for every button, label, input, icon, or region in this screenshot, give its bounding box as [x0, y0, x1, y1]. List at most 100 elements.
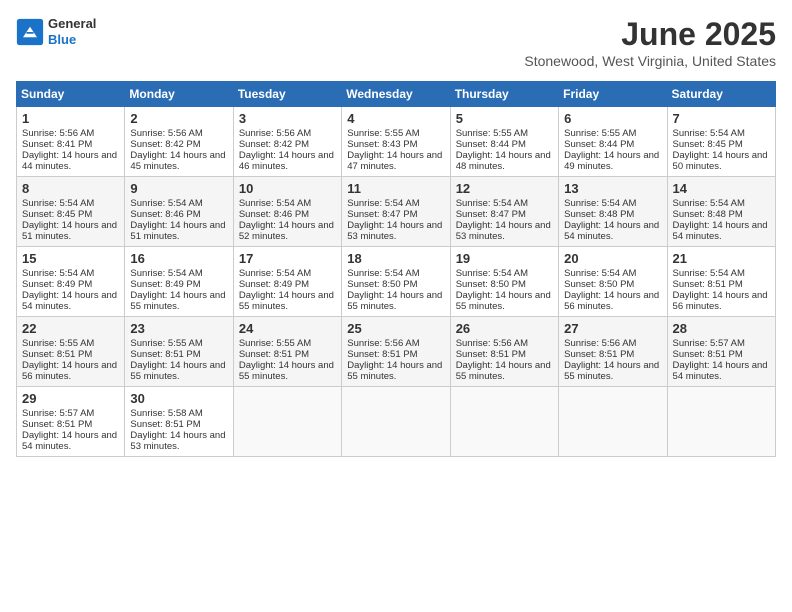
daylight-label: Daylight: 14 hours and 55 minutes. [347, 290, 442, 312]
daylight-label: Daylight: 14 hours and 56 minutes. [22, 360, 117, 382]
calendar-day-cell: 13 Sunrise: 5:54 AM Sunset: 8:48 PM Dayl… [559, 177, 667, 247]
calendar-day-cell: 28 Sunrise: 5:57 AM Sunset: 8:51 PM Dayl… [667, 317, 775, 387]
day-number: 19 [456, 251, 553, 266]
sunset-label: Sunset: 8:45 PM [22, 209, 92, 220]
day-of-week-header: Tuesday [233, 82, 341, 107]
sunrise-label: Sunrise: 5:55 AM [456, 128, 528, 139]
daylight-label: Daylight: 14 hours and 55 minutes. [239, 290, 334, 312]
sunrise-label: Sunrise: 5:55 AM [564, 128, 636, 139]
calendar-day-cell: 24 Sunrise: 5:55 AM Sunset: 8:51 PM Dayl… [233, 317, 341, 387]
calendar-day-cell: 11 Sunrise: 5:54 AM Sunset: 8:47 PM Dayl… [342, 177, 450, 247]
day-number: 4 [347, 111, 444, 126]
day-number: 20 [564, 251, 661, 266]
calendar-day-cell: 12 Sunrise: 5:54 AM Sunset: 8:47 PM Dayl… [450, 177, 558, 247]
sunrise-label: Sunrise: 5:54 AM [22, 268, 94, 279]
sunset-label: Sunset: 8:51 PM [239, 349, 309, 360]
sunrise-label: Sunrise: 5:55 AM [347, 128, 419, 139]
day-number: 13 [564, 181, 661, 196]
daylight-label: Daylight: 14 hours and 54 minutes. [564, 220, 659, 242]
calendar-day-cell: 3 Sunrise: 5:56 AM Sunset: 8:42 PM Dayli… [233, 107, 341, 177]
sunset-label: Sunset: 8:46 PM [130, 209, 200, 220]
logo-text-line2: Blue [48, 32, 96, 48]
calendar-week-row: 15 Sunrise: 5:54 AM Sunset: 8:49 PM Dayl… [17, 247, 776, 317]
sunrise-label: Sunrise: 5:56 AM [239, 128, 311, 139]
calendar-body: 1 Sunrise: 5:56 AM Sunset: 8:41 PM Dayli… [17, 107, 776, 457]
sunrise-label: Sunrise: 5:54 AM [239, 198, 311, 209]
sunrise-label: Sunrise: 5:54 AM [564, 268, 636, 279]
daylight-label: Daylight: 14 hours and 55 minutes. [347, 360, 442, 382]
calendar-subtitle: Stonewood, West Virginia, United States [524, 53, 776, 69]
sunset-label: Sunset: 8:51 PM [673, 279, 743, 290]
sunrise-label: Sunrise: 5:55 AM [22, 338, 94, 349]
sunset-label: Sunset: 8:50 PM [456, 279, 526, 290]
day-of-week-header: Saturday [667, 82, 775, 107]
daylight-label: Daylight: 14 hours and 54 minutes. [22, 430, 117, 452]
daylight-label: Daylight: 14 hours and 56 minutes. [564, 290, 659, 312]
calendar-day-cell: 14 Sunrise: 5:54 AM Sunset: 8:48 PM Dayl… [667, 177, 775, 247]
sunset-label: Sunset: 8:47 PM [456, 209, 526, 220]
sunset-label: Sunset: 8:45 PM [673, 139, 743, 150]
day-of-week-header: Sunday [17, 82, 125, 107]
daylight-label: Daylight: 14 hours and 56 minutes. [673, 290, 768, 312]
day-number: 5 [456, 111, 553, 126]
daylight-label: Daylight: 14 hours and 50 minutes. [673, 150, 768, 172]
daylight-label: Daylight: 14 hours and 55 minutes. [239, 360, 334, 382]
sunset-label: Sunset: 8:51 PM [564, 349, 634, 360]
sunrise-label: Sunrise: 5:54 AM [564, 198, 636, 209]
calendar-week-row: 8 Sunrise: 5:54 AM Sunset: 8:45 PM Dayli… [17, 177, 776, 247]
day-of-week-header: Friday [559, 82, 667, 107]
daylight-label: Daylight: 14 hours and 53 minutes. [347, 220, 442, 242]
sunrise-label: Sunrise: 5:58 AM [130, 408, 202, 419]
daylight-label: Daylight: 14 hours and 55 minutes. [456, 360, 551, 382]
sunrise-label: Sunrise: 5:54 AM [456, 268, 528, 279]
day-number: 8 [22, 181, 119, 196]
calendar-day-cell: 5 Sunrise: 5:55 AM Sunset: 8:44 PM Dayli… [450, 107, 558, 177]
day-number: 17 [239, 251, 336, 266]
day-number: 12 [456, 181, 553, 196]
daylight-label: Daylight: 14 hours and 47 minutes. [347, 150, 442, 172]
sunrise-label: Sunrise: 5:56 AM [22, 128, 94, 139]
daylight-label: Daylight: 14 hours and 49 minutes. [564, 150, 659, 172]
day-number: 27 [564, 321, 661, 336]
calendar-day-cell [559, 387, 667, 457]
sunrise-label: Sunrise: 5:57 AM [673, 338, 745, 349]
sunset-label: Sunset: 8:51 PM [347, 349, 417, 360]
sunset-label: Sunset: 8:51 PM [130, 419, 200, 430]
sunrise-label: Sunrise: 5:56 AM [347, 338, 419, 349]
calendar-day-cell: 23 Sunrise: 5:55 AM Sunset: 8:51 PM Dayl… [125, 317, 233, 387]
sunset-label: Sunset: 8:46 PM [239, 209, 309, 220]
sunset-label: Sunset: 8:51 PM [130, 349, 200, 360]
sunset-label: Sunset: 8:47 PM [347, 209, 417, 220]
day-of-week-header: Monday [125, 82, 233, 107]
daylight-label: Daylight: 14 hours and 53 minutes. [130, 430, 225, 452]
sunrise-label: Sunrise: 5:54 AM [673, 268, 745, 279]
daylight-label: Daylight: 14 hours and 54 minutes. [22, 290, 117, 312]
calendar-day-cell: 8 Sunrise: 5:54 AM Sunset: 8:45 PM Dayli… [17, 177, 125, 247]
calendar-day-cell [450, 387, 558, 457]
day-number: 14 [673, 181, 770, 196]
calendar-day-cell [233, 387, 341, 457]
calendar-day-cell: 18 Sunrise: 5:54 AM Sunset: 8:50 PM Dayl… [342, 247, 450, 317]
day-number: 23 [130, 321, 227, 336]
sunset-label: Sunset: 8:49 PM [22, 279, 92, 290]
sunset-label: Sunset: 8:51 PM [22, 419, 92, 430]
calendar-day-cell: 25 Sunrise: 5:56 AM Sunset: 8:51 PM Dayl… [342, 317, 450, 387]
sunrise-label: Sunrise: 5:57 AM [22, 408, 94, 419]
daylight-label: Daylight: 14 hours and 55 minutes. [564, 360, 659, 382]
sunrise-label: Sunrise: 5:54 AM [22, 198, 94, 209]
day-number: 24 [239, 321, 336, 336]
sunset-label: Sunset: 8:41 PM [22, 139, 92, 150]
day-of-week-header: Thursday [450, 82, 558, 107]
day-number: 16 [130, 251, 227, 266]
sunrise-label: Sunrise: 5:56 AM [456, 338, 528, 349]
day-number: 10 [239, 181, 336, 196]
sunrise-label: Sunrise: 5:54 AM [673, 198, 745, 209]
days-of-week-row: SundayMondayTuesdayWednesdayThursdayFrid… [17, 82, 776, 107]
calendar-day-cell: 7 Sunrise: 5:54 AM Sunset: 8:45 PM Dayli… [667, 107, 775, 177]
daylight-label: Daylight: 14 hours and 46 minutes. [239, 150, 334, 172]
daylight-label: Daylight: 14 hours and 51 minutes. [130, 220, 225, 242]
day-number: 18 [347, 251, 444, 266]
daylight-label: Daylight: 14 hours and 53 minutes. [456, 220, 551, 242]
calendar-day-cell: 16 Sunrise: 5:54 AM Sunset: 8:49 PM Dayl… [125, 247, 233, 317]
sunset-label: Sunset: 8:50 PM [564, 279, 634, 290]
